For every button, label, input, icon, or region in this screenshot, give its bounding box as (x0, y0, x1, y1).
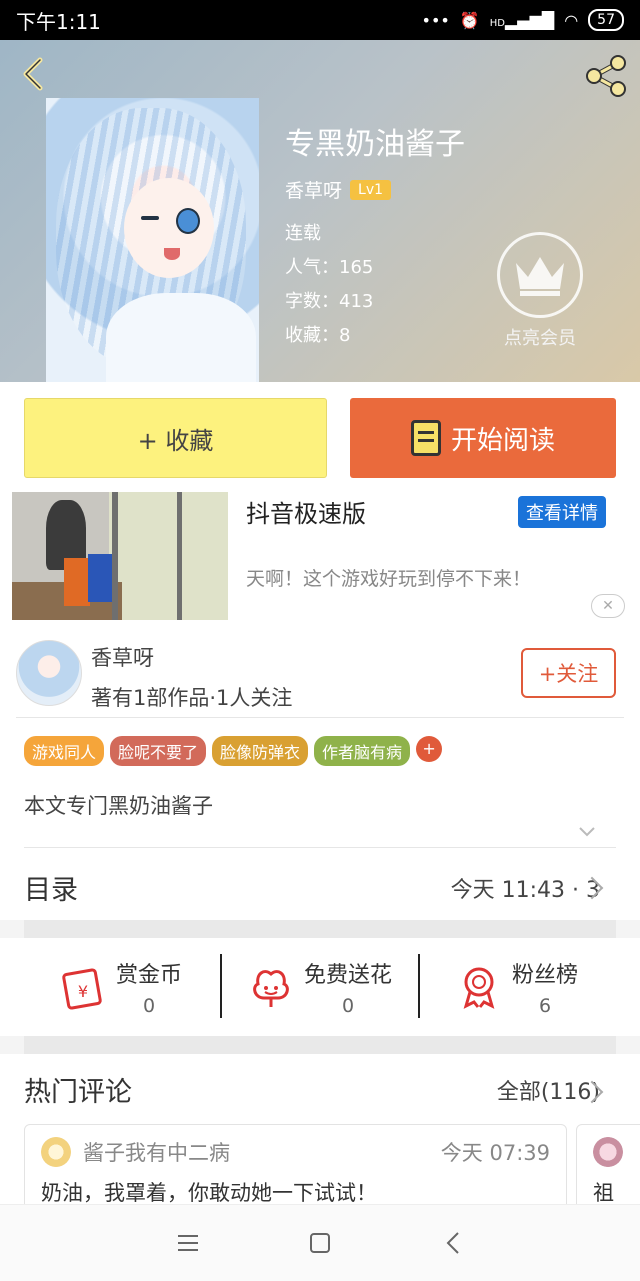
hot-comments-section: 热门评论 全部(116) 酱子我有中二病 今天 07:39 奶油，我罩着，你敢动… (0, 1054, 640, 1216)
author-works: 著有1部作品·1人关注 (91, 686, 293, 710)
tag[interactable]: 作者脑有病 (314, 736, 411, 766)
stat-label: 粉丝榜 (512, 963, 579, 988)
ad-door (177, 492, 182, 620)
comment-user[interactable]: 酱子我有中二病 (83, 1137, 230, 1167)
stat-label: 免费送花 (304, 963, 393, 988)
author-panel: 香草呀 著有1部作品·1人关注 +关注 (0, 628, 640, 720)
crown-icon (516, 257, 564, 296)
book-author-row: 香草呀 Lv1 (285, 176, 465, 203)
comment-time: 今天 07:39 (440, 1141, 550, 1165)
ad-banner[interactable]: 抖音极速版 查看详情 天啊！这个游戏好玩到停不下来！ ✕ (0, 492, 640, 628)
section-separator (24, 1036, 616, 1054)
free-flowers-button[interactable]: 免费送花 0 (248, 952, 392, 1022)
stat-value: 0 (341, 995, 355, 1017)
vip-label: 点亮会员 (504, 328, 576, 349)
follow-button[interactable]: +关注 (521, 648, 616, 698)
comment-card[interactable]: 酱子我有中二病 今天 07:39 奶油，我罩着，你敢动她一下试试！ (24, 1124, 567, 1216)
cover-wink (141, 216, 159, 220)
comment-card[interactable]: 祖 (576, 1124, 640, 1216)
back-icon[interactable] (438, 1227, 470, 1259)
menu-icon[interactable] (172, 1227, 204, 1259)
book-icon (410, 420, 441, 456)
toc-label[interactable]: 目录 (24, 868, 78, 907)
share-icon[interactable] (582, 52, 630, 100)
cover-eye (176, 208, 200, 234)
book-favorites: 收藏：8 (285, 325, 351, 346)
comment-text: 奶油，我罩着，你敢动她一下试试！ (41, 1181, 377, 1205)
fan-ranking-text: 粉丝榜 6 (512, 957, 578, 1017)
divider (220, 954, 222, 1018)
book-summary: 本文专门黑奶油酱子 (24, 794, 213, 818)
tag-list: 游戏同人 脸呢不要了 脸像防弹衣 作者脑有病 + (24, 736, 443, 766)
ad-bag (64, 558, 90, 606)
svg-text:¥: ¥ (78, 982, 88, 1001)
back-arrow-icon[interactable] (14, 54, 54, 94)
stat-value: 6 (538, 995, 552, 1017)
ad-title[interactable]: 抖音极速版 (246, 494, 366, 529)
divider (24, 847, 616, 848)
vip-circle (497, 232, 583, 318)
system-nav-bar (0, 1204, 640, 1281)
book-author[interactable]: 香草呀 (285, 176, 342, 203)
chevron-down-icon[interactable] (578, 822, 596, 840)
tag[interactable]: 游戏同人 (24, 736, 105, 766)
avatar[interactable] (593, 1137, 623, 1167)
book-cover-image[interactable] (46, 98, 259, 382)
divider (418, 954, 420, 1018)
section-separator (24, 920, 616, 938)
book-header: 专黑奶油酱子 香草呀 Lv1 连载 人气：165 字数：413 收藏：8 点亮会… (0, 40, 640, 382)
toc-latest-update[interactable]: 今天 11:43 · 3 (451, 872, 600, 904)
more-dots-icon: ••• (421, 10, 450, 30)
free-flowers-text: 免费送花 0 (304, 957, 392, 1017)
status-bar: 下午1:11 ••• ⏰ HD▂▄▆█ ◠ 57 (0, 0, 640, 40)
book-status: 连载 (285, 223, 321, 244)
stat-label: 赏金币 (116, 963, 183, 988)
vip-button[interactable]: 点亮会员 (495, 232, 585, 350)
avatar[interactable] (41, 1137, 71, 1167)
fan-ranking-button[interactable]: 粉丝榜 6 (456, 952, 578, 1022)
book-popularity: 人气：165 (285, 257, 374, 278)
home-icon[interactable] (304, 1227, 336, 1259)
comment-text: 祖 (593, 1181, 614, 1205)
book-title: 专黑奶油酱子 (285, 127, 465, 162)
ad-description: 天啊！这个游戏好玩到停不下来！ (246, 568, 532, 590)
red-envelope-icon: ¥ (62, 968, 102, 1010)
ad-bag (88, 554, 112, 602)
avatar[interactable] (16, 640, 82, 706)
stat-value: 0 (142, 995, 156, 1017)
medal-icon (463, 967, 495, 1009)
ad-detail-button[interactable]: 查看详情 (518, 496, 606, 528)
tag[interactable]: 脸像防弹衣 (212, 736, 309, 766)
level-badge: Lv1 (350, 179, 392, 200)
hot-comments-title: 热门评论 (24, 1077, 132, 1108)
status-icons: ••• ⏰ HD▂▄▆█ ◠ 57 (422, 9, 624, 31)
reward-coins-button[interactable]: ¥ 赏金币 0 (60, 952, 182, 1022)
start-reading-button[interactable]: 开始阅读 (350, 398, 616, 478)
action-bar: + 收藏 开始阅读 (0, 382, 640, 492)
wifi-icon: ◠ (564, 10, 579, 30)
reward-coins-text: 赏金币 0 (116, 957, 182, 1017)
book-word-count: 字数：413 (285, 291, 374, 312)
tag[interactable]: 脸呢不要了 (110, 736, 207, 766)
author-name[interactable]: 香草呀 (91, 642, 154, 672)
ad-door (112, 492, 118, 620)
start-reading-label: 开始阅读 (450, 425, 555, 456)
cover-dress (106, 293, 256, 382)
cover-mouth (164, 248, 180, 260)
signal-label: HD (489, 17, 505, 29)
stats-bar: ¥ 赏金币 0 免费送花 0 粉丝榜 6 (0, 938, 640, 1036)
collect-button[interactable]: + 收藏 (24, 398, 327, 478)
book-info: 专黑奶油酱子 香草呀 Lv1 连载 人气：165 字数：413 收藏：8 (285, 126, 465, 353)
cover-face (124, 178, 214, 278)
ad-close-button[interactable]: ✕ (591, 594, 625, 618)
signal-icon: HD▂▄▆█ (489, 10, 555, 30)
battery-icon: 57 (588, 9, 624, 31)
tags-section: 游戏同人 脸呢不要了 脸像防弹衣 作者脑有病 + 本文专门黑奶油酱子 目录 今天… (0, 718, 640, 920)
add-tag-button[interactable]: + (416, 736, 443, 762)
flower-icon (253, 970, 289, 1007)
ad-image[interactable] (12, 492, 228, 620)
alarm-icon: ⏰ (459, 10, 480, 30)
status-time: 下午1:11 (16, 9, 101, 34)
